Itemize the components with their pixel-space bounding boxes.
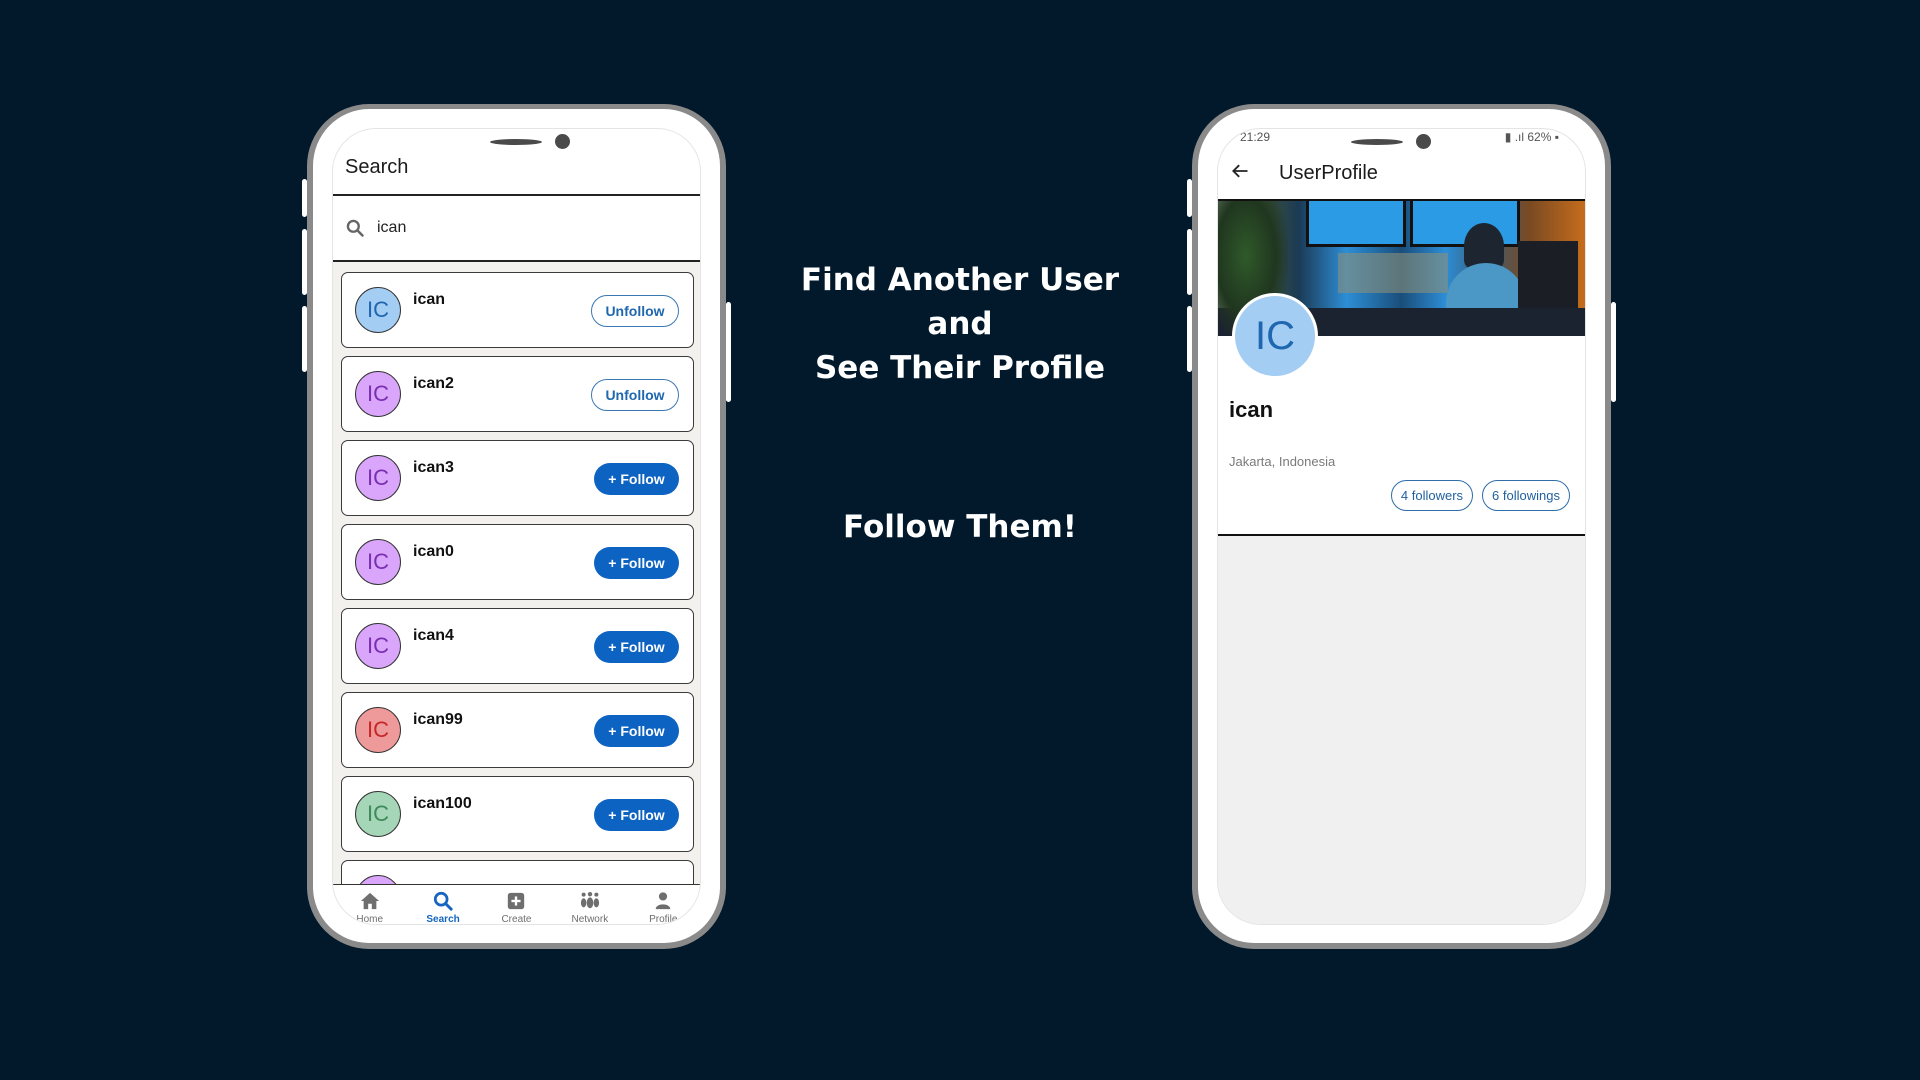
side-button: [302, 306, 307, 372]
followers-chip[interactable]: 4 followers: [1391, 480, 1473, 511]
avatar: IC: [355, 707, 401, 753]
speaker-grille: [490, 139, 542, 145]
user-result-card[interactable]: IC ican99 + Follow: [341, 692, 694, 768]
avatar: [355, 875, 401, 884]
side-button: [1187, 306, 1192, 372]
power-button: [1611, 302, 1616, 402]
username[interactable]: ican100: [413, 795, 472, 813]
profile-content-area: [1218, 536, 1585, 924]
back-arrow-icon[interactable]: [1230, 161, 1250, 181]
nav-label: Home: [356, 914, 384, 925]
search-results-list[interactable]: IC ican Unfollow IC ican2 Unfollow IC ican3 + Fo…: [333, 262, 700, 884]
profile-name: ican: [1229, 397, 1274, 422]
follow-button[interactable]: + Follow: [594, 799, 679, 831]
username[interactable]: ican4: [413, 627, 454, 645]
people-icon: [579, 891, 601, 914]
headline-line-1: Find Another User: [800, 262, 1120, 298]
nav-label: Profile: [649, 914, 678, 925]
headline-line-2: and: [927, 306, 993, 342]
side-button: [302, 179, 307, 217]
nav-item-network[interactable]: Network: [555, 885, 625, 925]
search-input[interactable]: [377, 212, 677, 244]
power-button: [726, 302, 731, 402]
page-title: Search: [345, 156, 409, 178]
unfollow-button[interactable]: Unfollow: [591, 295, 679, 327]
side-button: [1187, 229, 1192, 295]
side-button: [302, 229, 307, 295]
avatar: IC: [355, 791, 401, 837]
avatar: IC: [355, 371, 401, 417]
banner-monitor: [1306, 201, 1406, 247]
avatar: IC: [355, 623, 401, 669]
phone-profile-mockup: 21:29 ▮ .ıl 62% ▪ UserProfile IC ican Ja…: [1187, 104, 1616, 949]
nav-item-profile[interactable]: Profile: [628, 885, 698, 925]
nav-item-home[interactable]: Home: [335, 885, 405, 925]
nav-item-create[interactable]: Create: [481, 885, 551, 925]
user-result-card[interactable]: IC ican2 Unfollow: [341, 356, 694, 432]
user-result-card[interactable]: IC ican4 + Follow: [341, 608, 694, 684]
signal-icon: ▮ .ıl: [1504, 130, 1528, 144]
nav-label: Search: [426, 914, 460, 925]
side-button: [1187, 179, 1192, 217]
username[interactable]: ican99: [413, 711, 463, 729]
status-time: 21:29: [1240, 130, 1271, 144]
front-camera: [555, 134, 570, 149]
headline-line-3: See Their Profile: [814, 350, 1106, 386]
follow-button[interactable]: + Follow: [594, 463, 679, 495]
username[interactable]: ican: [413, 291, 445, 309]
person-icon: [652, 891, 674, 914]
nav-label: Network: [571, 914, 609, 925]
headline: Find Another User and See Their Profile: [760, 258, 1160, 390]
username[interactable]: ican2: [413, 375, 454, 393]
unfollow-button[interactable]: Unfollow: [591, 379, 679, 411]
avatar: IC: [355, 287, 401, 333]
search-bar[interactable]: [333, 196, 700, 262]
search-screen: Search IC ican Unfollow IC ican2 Unfollow IC ic…: [332, 128, 701, 925]
front-camera: [1416, 134, 1431, 149]
home-icon: [359, 891, 381, 914]
speaker-grille: [1351, 139, 1403, 145]
phone-search-mockup: Search IC ican Unfollow IC ican2 Unfollow IC ic…: [302, 104, 731, 949]
nav-label: Create: [501, 914, 532, 925]
user-result-card[interactable]: IC ican3 + Follow: [341, 440, 694, 516]
profile-screen: 21:29 ▮ .ıl 62% ▪ UserProfile IC ican Ja…: [1217, 128, 1586, 925]
followings-chip[interactable]: 6 followings: [1482, 480, 1570, 511]
username[interactable]: ican3: [413, 459, 454, 477]
nav-item-search[interactable]: Search: [408, 885, 478, 925]
user-result-card[interactable]: IC ican0 + Follow: [341, 524, 694, 600]
call-to-action: Follow Them!: [843, 509, 1077, 545]
bottom-navigation: Home Search Create Network Profile: [333, 884, 700, 925]
follow-button[interactable]: + Follow: [594, 631, 679, 663]
follow-button[interactable]: + Follow: [594, 715, 679, 747]
avatar: IC: [355, 455, 401, 501]
username[interactable]: ican0: [413, 543, 454, 561]
follow-button[interactable]: + Follow: [594, 547, 679, 579]
page-title: UserProfile: [1279, 162, 1378, 184]
search-icon: [346, 219, 364, 237]
app-bar: UserProfile: [1218, 147, 1585, 199]
user-result-card[interactable]: IC ican Unfollow: [341, 272, 694, 348]
battery-icon: ▪: [1551, 130, 1559, 144]
status-battery: ▮ .ıl 62% ▪: [1505, 130, 1559, 144]
status-bar: 21:29 ▮ .ıl 62% ▪: [1218, 129, 1585, 147]
user-result-card[interactable]: IC ican100 + Follow: [341, 776, 694, 852]
avatar: IC: [355, 539, 401, 585]
user-result-card[interactable]: [341, 860, 694, 884]
banner-window: [1338, 253, 1448, 293]
search-icon: [432, 891, 454, 914]
profile-location: Jakarta, Indonesia: [1229, 454, 1336, 469]
battery-level: 62%: [1527, 130, 1552, 144]
profile-avatar: IC: [1232, 293, 1318, 379]
plus-square-icon: [505, 891, 527, 914]
